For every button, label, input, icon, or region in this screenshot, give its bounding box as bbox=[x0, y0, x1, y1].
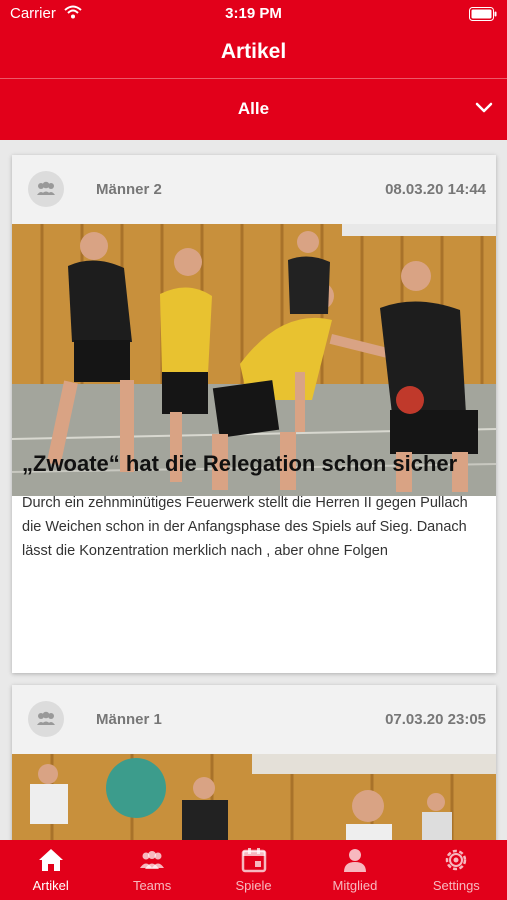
home-icon bbox=[38, 849, 63, 871]
status-time: 3:19 PM bbox=[225, 5, 282, 22]
chevron-down-icon bbox=[475, 101, 493, 119]
tab-mitglied[interactable]: Mitglied bbox=[304, 840, 405, 900]
article-title: „Zwoate“ hat die Relegation schon sicher bbox=[22, 451, 458, 476]
team-icon bbox=[37, 711, 55, 725]
tab-settings[interactable]: Settings bbox=[406, 840, 507, 900]
article-team: Männer 1 bbox=[96, 711, 162, 728]
filter-label: Alle bbox=[237, 99, 270, 118]
tab-bar: Artikel Teams Spiele Mitglied Settings bbox=[0, 840, 507, 900]
filter-dropdown[interactable]: Alle bbox=[0, 79, 507, 140]
calendar-icon bbox=[241, 848, 266, 873]
article-card-header: Männer 1 07.03.20 23:05 bbox=[12, 685, 496, 754]
article-excerpt: Durch ein zehnminütiges Feuerwerk stellt… bbox=[22, 495, 468, 559]
tab-spiele[interactable]: Spiele bbox=[203, 840, 304, 900]
team-avatar bbox=[28, 171, 64, 207]
status-bar: Carrier 3:19 PM bbox=[0, 0, 507, 28]
tab-teams[interactable]: Teams bbox=[101, 840, 202, 900]
app-header: Carrier 3:19 PM Artikel Alle bbox=[0, 0, 507, 140]
article-card[interactable]: Männer 2 08.03.20 14:44 „Zwoate“ hat die… bbox=[12, 155, 496, 673]
team-icon bbox=[37, 181, 55, 195]
article-card[interactable]: Männer 1 07.03.20 23:05 bbox=[12, 685, 496, 845]
article-card-header: Männer 2 08.03.20 14:44 bbox=[12, 155, 496, 224]
tab-label: Teams bbox=[132, 878, 172, 893]
person-icon bbox=[343, 849, 366, 872]
article-date: 08.03.20 14:44 bbox=[385, 181, 486, 198]
page-title: Artikel bbox=[220, 40, 287, 63]
teams-icon bbox=[140, 851, 165, 869]
battery-icon bbox=[469, 7, 497, 26]
article-photo bbox=[12, 754, 496, 845]
tab-label: Spiele bbox=[235, 878, 272, 893]
article-date: 07.03.20 23:05 bbox=[385, 711, 486, 728]
team-avatar bbox=[28, 701, 64, 737]
tab-label: Artikel bbox=[32, 878, 69, 893]
article-team: Männer 2 bbox=[96, 181, 162, 198]
tab-artikel[interactable]: Artikel bbox=[0, 840, 101, 900]
tab-label: Settings bbox=[432, 878, 480, 893]
tab-label: Mitglied bbox=[332, 878, 378, 893]
gear-icon bbox=[446, 849, 467, 871]
